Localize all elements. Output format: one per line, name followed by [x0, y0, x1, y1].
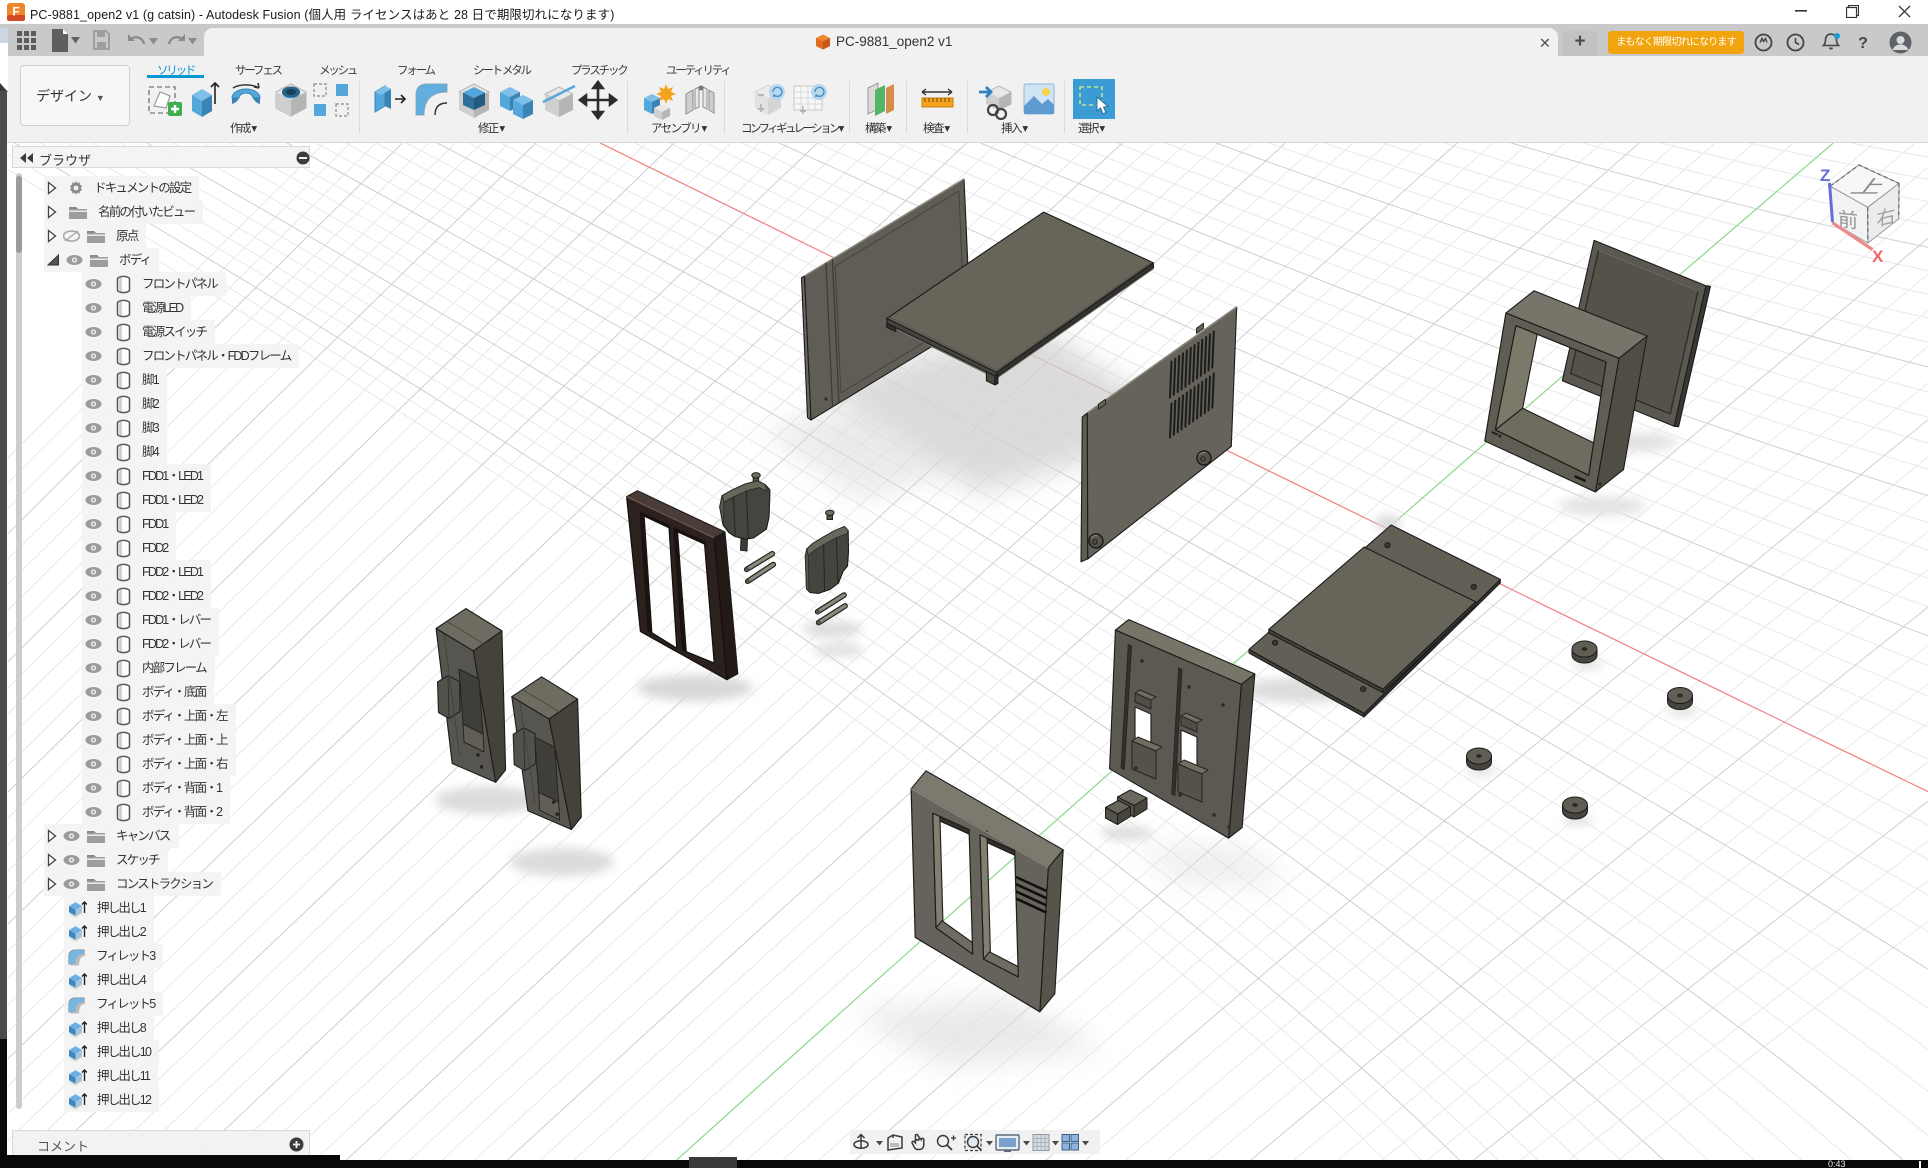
svg-text:X: X: [1872, 247, 1884, 266]
svg-text:?: ?: [1858, 35, 1868, 52]
svg-text:Z: Z: [1820, 166, 1830, 185]
svg-text:F: F: [12, 5, 19, 19]
